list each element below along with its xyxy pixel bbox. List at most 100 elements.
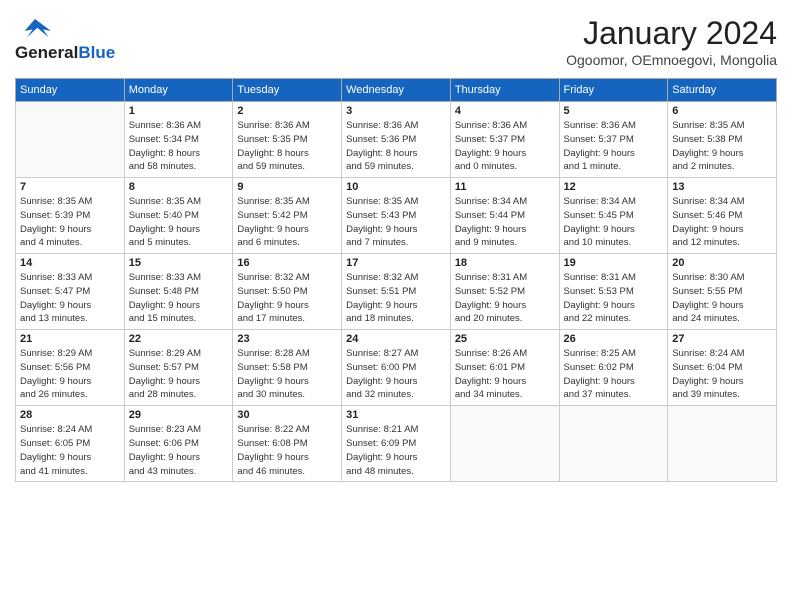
logo: General Blue [15,15,115,63]
calendar-cell: 15 Sunrise: 8:33 AMSunset: 5:48 PMDayligh… [124,254,233,330]
day-number: 18 [455,257,555,269]
calendar-cell: 31 Sunrise: 8:21 AMSunset: 6:09 PMDayligh… [342,406,451,482]
calendar-cell [16,102,125,178]
weekday-header: Wednesday [342,79,451,102]
calendar-cell: 1 Sunrise: 8:36 AMSunset: 5:34 PMDaylight… [124,102,233,178]
day-info: Sunrise: 8:32 AMSunset: 5:51 PMDaylight:… [346,271,446,326]
calendar-cell: 29 Sunrise: 8:23 AMSunset: 6:06 PMDayligh… [124,406,233,482]
calendar-cell: 21 Sunrise: 8:29 AMSunset: 5:56 PMDayligh… [16,330,125,406]
calendar-cell: 4Sunrise: 8:36 AMSunset: 5:37 PMDaylight… [450,102,559,178]
day-number: 29 [129,409,229,421]
day-info: Sunrise: 8:27 AMSunset: 6:00 PMDaylight:… [346,347,446,402]
day-number: 8 [129,181,229,193]
logo-blue: Blue [78,43,115,63]
day-number: 5 [564,105,664,117]
calendar-cell: 25 Sunrise: 8:26 AMSunset: 6:01 PMDayligh… [450,330,559,406]
calendar-week-row: 14 Sunrise: 8:33 AMSunset: 5:47 PMDayligh… [16,254,777,330]
day-number: 14 [20,257,120,269]
calendar-cell: 23Sunrise: 8:28 AMSunset: 5:58 PMDayligh… [233,330,342,406]
day-number: 1 [129,105,229,117]
location: Ogoomor, OEmnoegovi, Mongolia [566,52,777,68]
day-info: Sunrise: 8:36 AMSunset: 5:36 PMDaylight:… [346,119,446,174]
day-info: Sunrise: 8:31 AMSunset: 5:53 PMDaylight:… [564,271,664,326]
day-number: 21 [20,333,120,345]
day-info: Sunrise: 8:26 AMSunset: 6:01 PMDaylight:… [455,347,555,402]
calendar-week-row: 7 Sunrise: 8:35 AMSunset: 5:39 PMDaylight… [16,178,777,254]
day-info: Sunrise: 8:22 AMSunset: 6:08 PMDaylight:… [237,423,337,478]
calendar-cell: 28 Sunrise: 8:24 AMSunset: 6:05 PMDayligh… [16,406,125,482]
day-info: Sunrise: 8:23 AMSunset: 6:06 PMDaylight:… [129,423,229,478]
day-info: Sunrise: 8:33 AMSunset: 5:47 PMDaylight:… [20,271,120,326]
calendar-week-row: 28 Sunrise: 8:24 AMSunset: 6:05 PMDayligh… [16,406,777,482]
day-number: 11 [455,181,555,193]
calendar-cell: 10Sunrise: 8:35 AMSunset: 5:43 PMDayligh… [342,178,451,254]
calendar-cell [559,406,668,482]
day-number: 15 [129,257,229,269]
day-info: Sunrise: 8:36 AMSunset: 5:35 PMDaylight:… [237,119,337,174]
calendar-cell: 13 Sunrise: 8:34 AMSunset: 5:46 PMDayligh… [668,178,777,254]
header-row: SundayMondayTuesdayWednesdayThursdayFrid… [16,79,777,102]
calendar-week-row: 21 Sunrise: 8:29 AMSunset: 5:56 PMDayligh… [16,330,777,406]
day-number: 22 [129,333,229,345]
weekday-header: Monday [124,79,233,102]
calendar-cell: 11 Sunrise: 8:34 AMSunset: 5:44 PMDayligh… [450,178,559,254]
day-info: Sunrise: 8:35 AMSunset: 5:38 PMDaylight:… [672,119,772,174]
calendar-cell: 22Sunrise: 8:29 AMSunset: 5:57 PMDayligh… [124,330,233,406]
day-info: Sunrise: 8:35 AMSunset: 5:39 PMDaylight:… [20,195,120,250]
month-title: January 2024 [566,15,777,52]
calendar-cell: 8 Sunrise: 8:35 AMSunset: 5:40 PMDaylight… [124,178,233,254]
day-number: 6 [672,105,772,117]
day-number: 3 [346,105,446,117]
day-info: Sunrise: 8:30 AMSunset: 5:55 PMDaylight:… [672,271,772,326]
calendar-cell [450,406,559,482]
calendar-cell: 17Sunrise: 8:32 AMSunset: 5:51 PMDayligh… [342,254,451,330]
day-info: Sunrise: 8:33 AMSunset: 5:48 PMDaylight:… [129,271,229,326]
day-number: 7 [20,181,120,193]
day-info: Sunrise: 8:31 AMSunset: 5:52 PMDaylight:… [455,271,555,326]
calendar-cell: 20 Sunrise: 8:30 AMSunset: 5:55 PMDayligh… [668,254,777,330]
day-info: Sunrise: 8:29 AMSunset: 5:56 PMDaylight:… [20,347,120,402]
page: General Blue January 2024 Ogoomor, OEmno… [0,0,792,612]
weekday-header: Sunday [16,79,125,102]
calendar-cell: 14 Sunrise: 8:33 AMSunset: 5:47 PMDayligh… [16,254,125,330]
calendar-week-row: 1 Sunrise: 8:36 AMSunset: 5:34 PMDaylight… [16,102,777,178]
calendar-cell: 18 Sunrise: 8:31 AMSunset: 5:52 PMDayligh… [450,254,559,330]
calendar-cell: 6 Sunrise: 8:35 AMSunset: 5:38 PMDaylight… [668,102,777,178]
day-info: Sunrise: 8:36 AMSunset: 5:37 PMDaylight:… [455,119,555,174]
day-number: 30 [237,409,337,421]
day-number: 25 [455,333,555,345]
day-number: 20 [672,257,772,269]
day-info: Sunrise: 8:36 AMSunset: 5:37 PMDaylight:… [564,119,664,174]
day-number: 24 [346,333,446,345]
day-info: Sunrise: 8:34 AMSunset: 5:46 PMDaylight:… [672,195,772,250]
day-info: Sunrise: 8:32 AMSunset: 5:50 PMDaylight:… [237,271,337,326]
day-number: 27 [672,333,772,345]
day-info: Sunrise: 8:21 AMSunset: 6:09 PMDaylight:… [346,423,446,478]
day-number: 28 [20,409,120,421]
weekday-header: Thursday [450,79,559,102]
day-info: Sunrise: 8:36 AMSunset: 5:34 PMDaylight:… [129,119,229,174]
day-info: Sunrise: 8:24 AMSunset: 6:05 PMDaylight:… [20,423,120,478]
day-number: 13 [672,181,772,193]
weekday-header: Saturday [668,79,777,102]
weekday-header: Tuesday [233,79,342,102]
calendar-cell: 5 Sunrise: 8:36 AMSunset: 5:37 PMDaylight… [559,102,668,178]
day-number: 19 [564,257,664,269]
calendar-cell: 2 Sunrise: 8:36 AMSunset: 5:35 PMDaylight… [233,102,342,178]
day-info: Sunrise: 8:35 AMSunset: 5:40 PMDaylight:… [129,195,229,250]
calendar-cell: 9Sunrise: 8:35 AMSunset: 5:42 PMDaylight… [233,178,342,254]
day-info: Sunrise: 8:34 AMSunset: 5:45 PMDaylight:… [564,195,664,250]
day-number: 26 [564,333,664,345]
day-number: 23 [237,333,337,345]
day-number: 2 [237,105,337,117]
logo-icon [15,15,55,43]
day-number: 9 [237,181,337,193]
calendar-cell: 26Sunrise: 8:25 AMSunset: 6:02 PMDayligh… [559,330,668,406]
day-info: Sunrise: 8:34 AMSunset: 5:44 PMDaylight:… [455,195,555,250]
calendar-cell: 27Sunrise: 8:24 AMSunset: 6:04 PMDayligh… [668,330,777,406]
calendar-cell: 7 Sunrise: 8:35 AMSunset: 5:39 PMDaylight… [16,178,125,254]
calendar-cell: 24 Sunrise: 8:27 AMSunset: 6:00 PMDayligh… [342,330,451,406]
day-number: 31 [346,409,446,421]
calendar-cell: 12Sunrise: 8:34 AMSunset: 5:45 PMDayligh… [559,178,668,254]
header: General Blue January 2024 Ogoomor, OEmno… [15,15,777,68]
